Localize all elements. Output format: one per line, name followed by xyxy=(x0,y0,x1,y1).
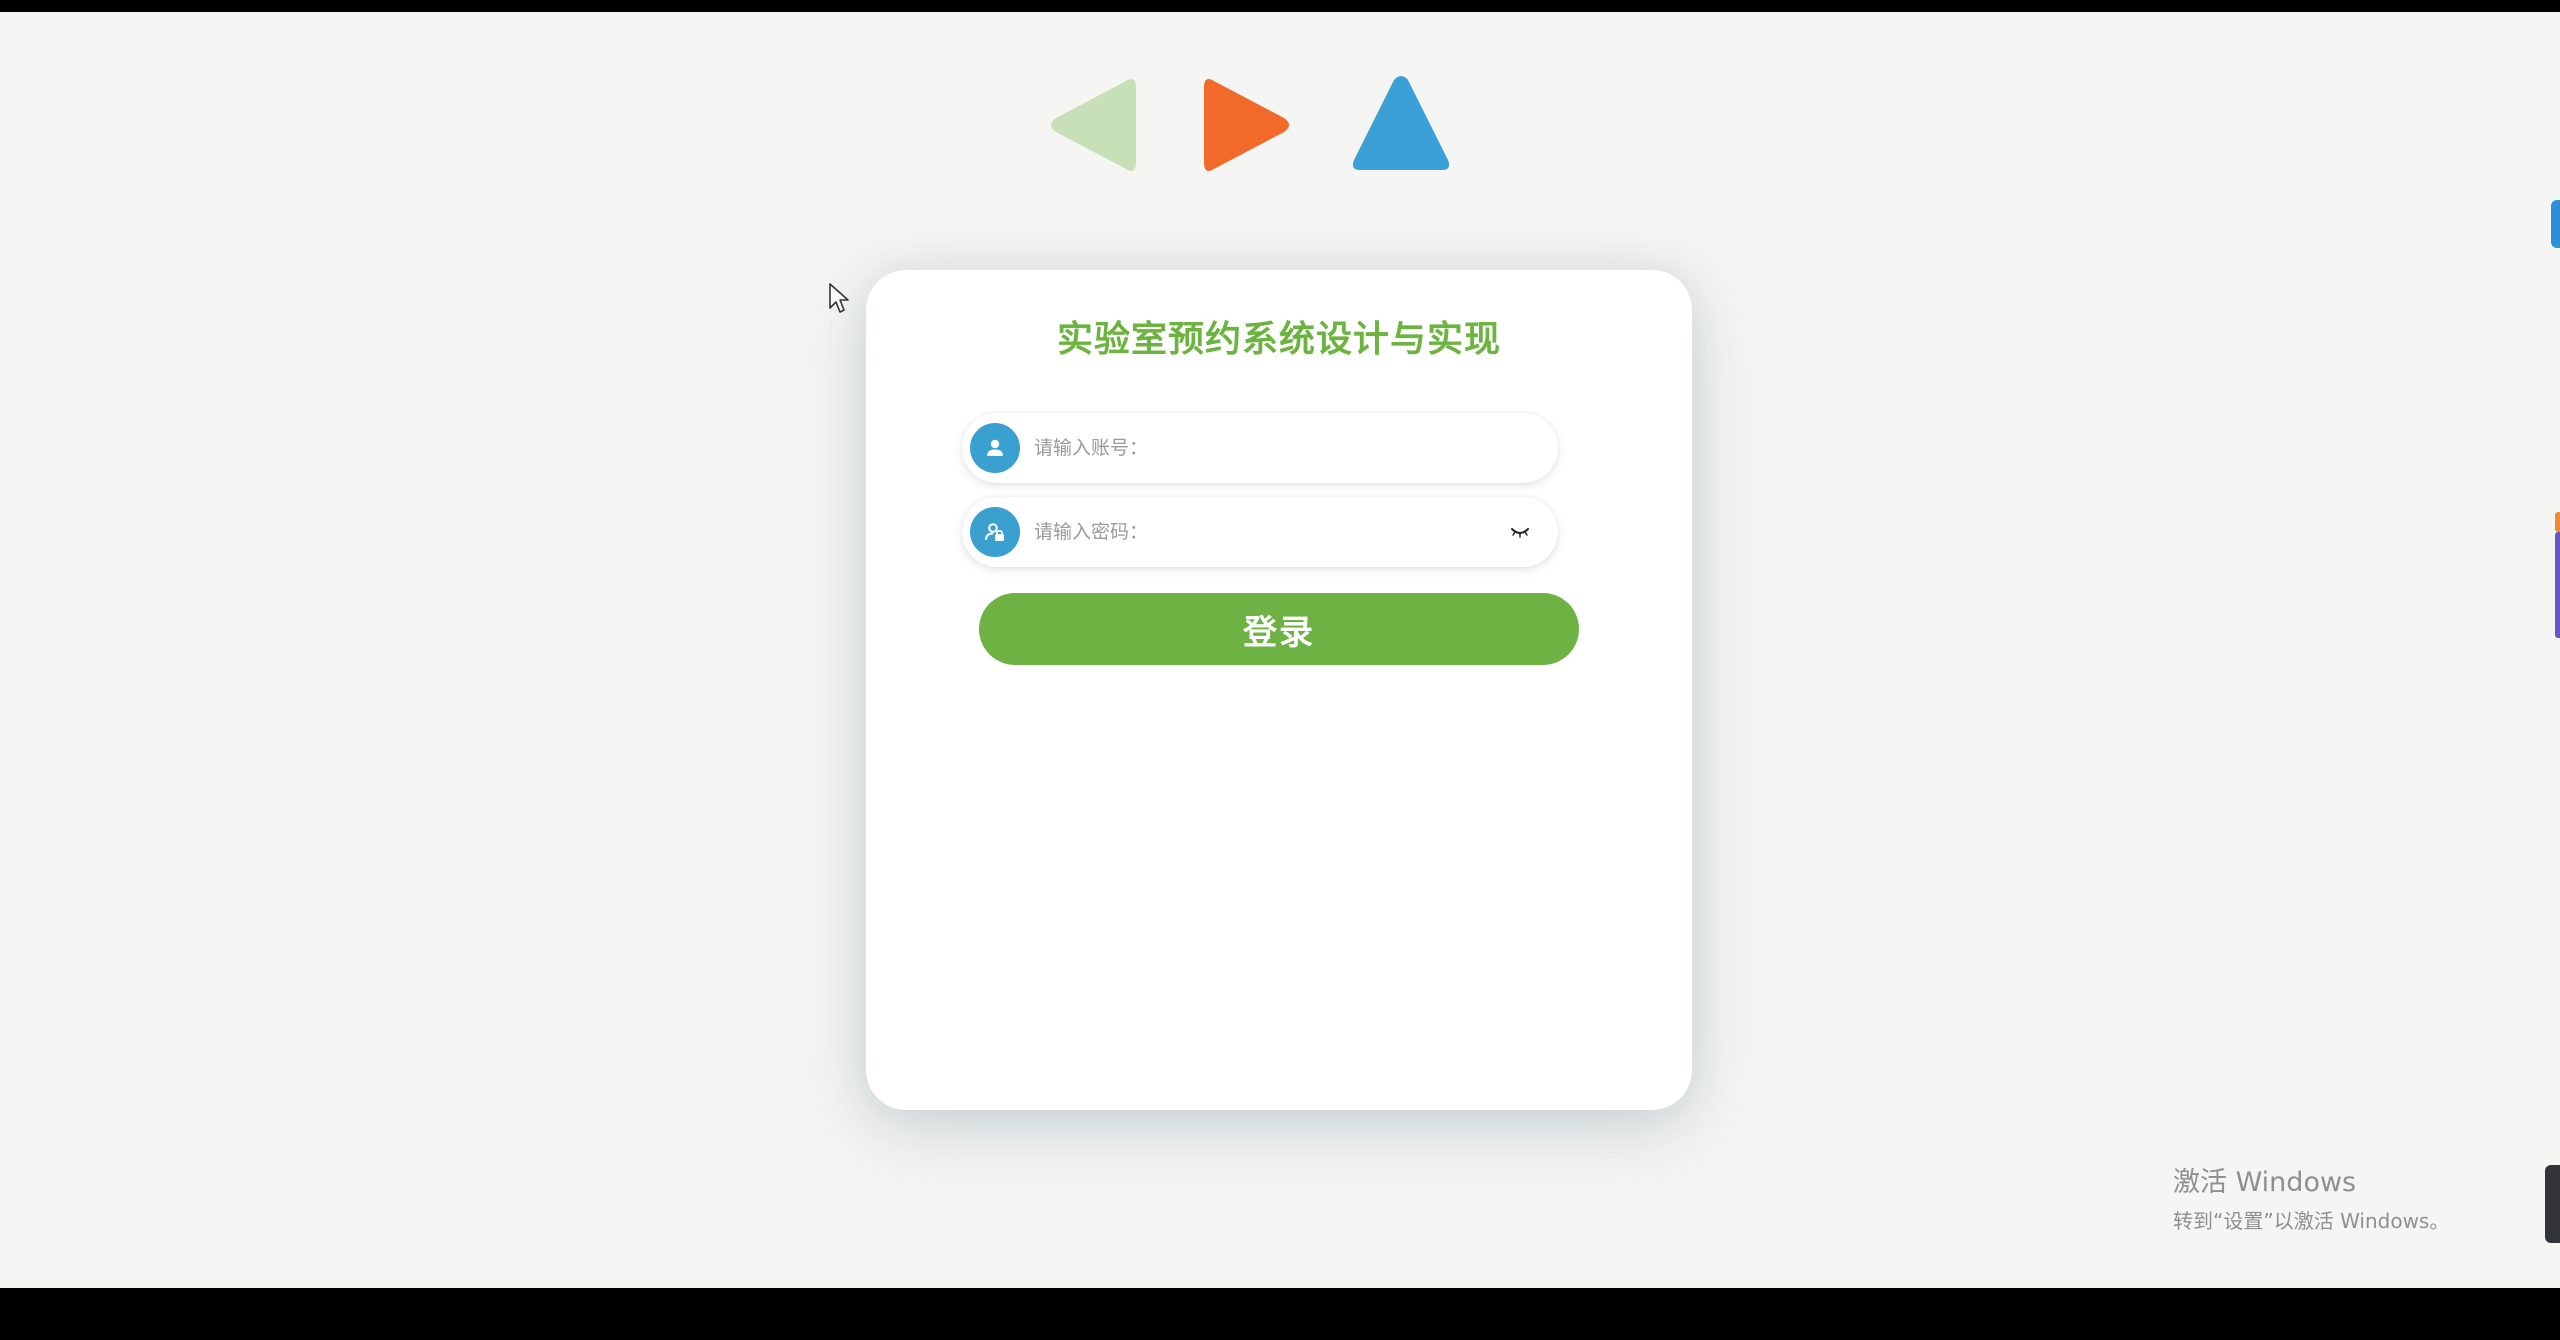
logo xyxy=(1040,70,1460,180)
password-field[interactable] xyxy=(962,497,1558,567)
edge-marker-orange xyxy=(2555,512,2560,532)
login-card: 实验室预约系统设计与实现 登录 xyxy=(866,270,1692,1110)
user-icon xyxy=(970,423,1020,473)
edge-tab-blue[interactable] xyxy=(2551,200,2560,248)
user-lock-icon xyxy=(970,507,1020,557)
account-input[interactable] xyxy=(1034,423,1558,473)
watermark-subtitle: 转到“设置”以激活 Windows。 xyxy=(2173,1209,2450,1233)
eye-closed-icon[interactable] xyxy=(1500,512,1540,552)
watermark-title: 激活 Windows xyxy=(2173,1167,2357,1198)
top-black-bar xyxy=(0,0,2560,12)
password-input[interactable] xyxy=(1034,507,1500,557)
triangle-left-icon xyxy=(1051,79,1136,171)
triangle-right-icon xyxy=(1204,79,1289,171)
windows-activation-watermark: 激活 Windows 转到“设置”以激活 Windows。 xyxy=(2173,1160,2449,1234)
login-button[interactable]: 登录 xyxy=(979,593,1579,665)
mouse-cursor-icon xyxy=(829,283,849,313)
page-title: 实验室预约系统设计与实现 xyxy=(1056,319,1501,360)
edge-tab-dark[interactable] xyxy=(2545,1165,2560,1243)
account-field[interactable] xyxy=(962,413,1558,483)
bottom-black-bar xyxy=(0,1288,2560,1340)
edge-marker-purple xyxy=(2555,532,2560,638)
triangle-up-icon xyxy=(1352,76,1450,170)
